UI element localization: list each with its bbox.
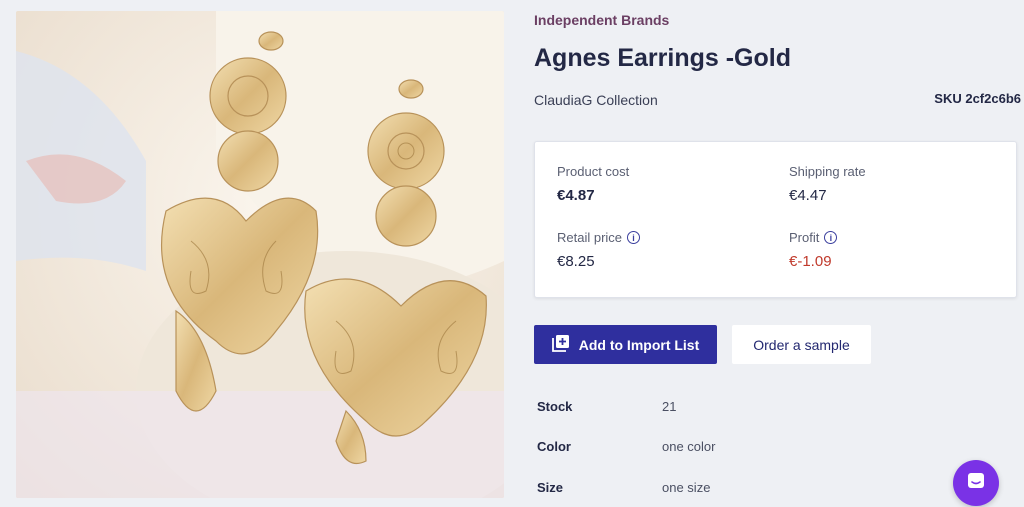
profit: Profit i €-1.09	[789, 230, 838, 270]
attribute-key: Color	[537, 439, 571, 454]
attribute-value: one color	[662, 439, 716, 454]
sku-code: SKU 2cf2c6b6	[934, 91, 1021, 106]
retail-price: Retail price i €8.25	[557, 230, 641, 270]
shipping-rate-value: €4.47	[789, 187, 827, 204]
product-image	[16, 11, 504, 498]
profit-value: €-1.09	[789, 253, 832, 270]
brand-link[interactable]: Independent Brands	[534, 12, 669, 28]
retail-price-label: Retail price	[557, 230, 623, 245]
add-list-icon	[551, 334, 570, 355]
profit-label: Profit	[789, 230, 820, 245]
retail-price-value: €8.25	[557, 253, 595, 270]
attribute-key: Stock	[537, 399, 573, 414]
pricing-card: Product cost €4.87 Shipping rate €4.47 R…	[534, 141, 1017, 298]
attribute-value: one size	[662, 480, 711, 495]
shipping-rate: Shipping rate €4.47	[789, 164, 866, 204]
attribute-key: Size	[537, 480, 564, 495]
add-to-import-list-button[interactable]: Add to Import List	[534, 325, 717, 364]
chat-button[interactable]	[953, 460, 999, 506]
chat-icon	[966, 471, 986, 496]
product-cost-value: €4.87	[557, 187, 595, 204]
product-cost: Product cost €4.87	[557, 164, 629, 204]
attribute-value: 21	[662, 399, 677, 414]
order-sample-button[interactable]: Order a sample	[732, 325, 871, 364]
add-to-import-list-label: Add to Import List	[578, 336, 700, 353]
info-icon[interactable]: i	[627, 231, 641, 244]
shipping-rate-label: Shipping rate	[789, 164, 866, 179]
collection-name: ClaudiaG Collection	[534, 92, 658, 108]
product-cost-label: Product cost	[557, 164, 630, 179]
product-title: Agnes Earrings -Gold	[534, 44, 791, 72]
info-icon[interactable]: i	[824, 231, 838, 244]
